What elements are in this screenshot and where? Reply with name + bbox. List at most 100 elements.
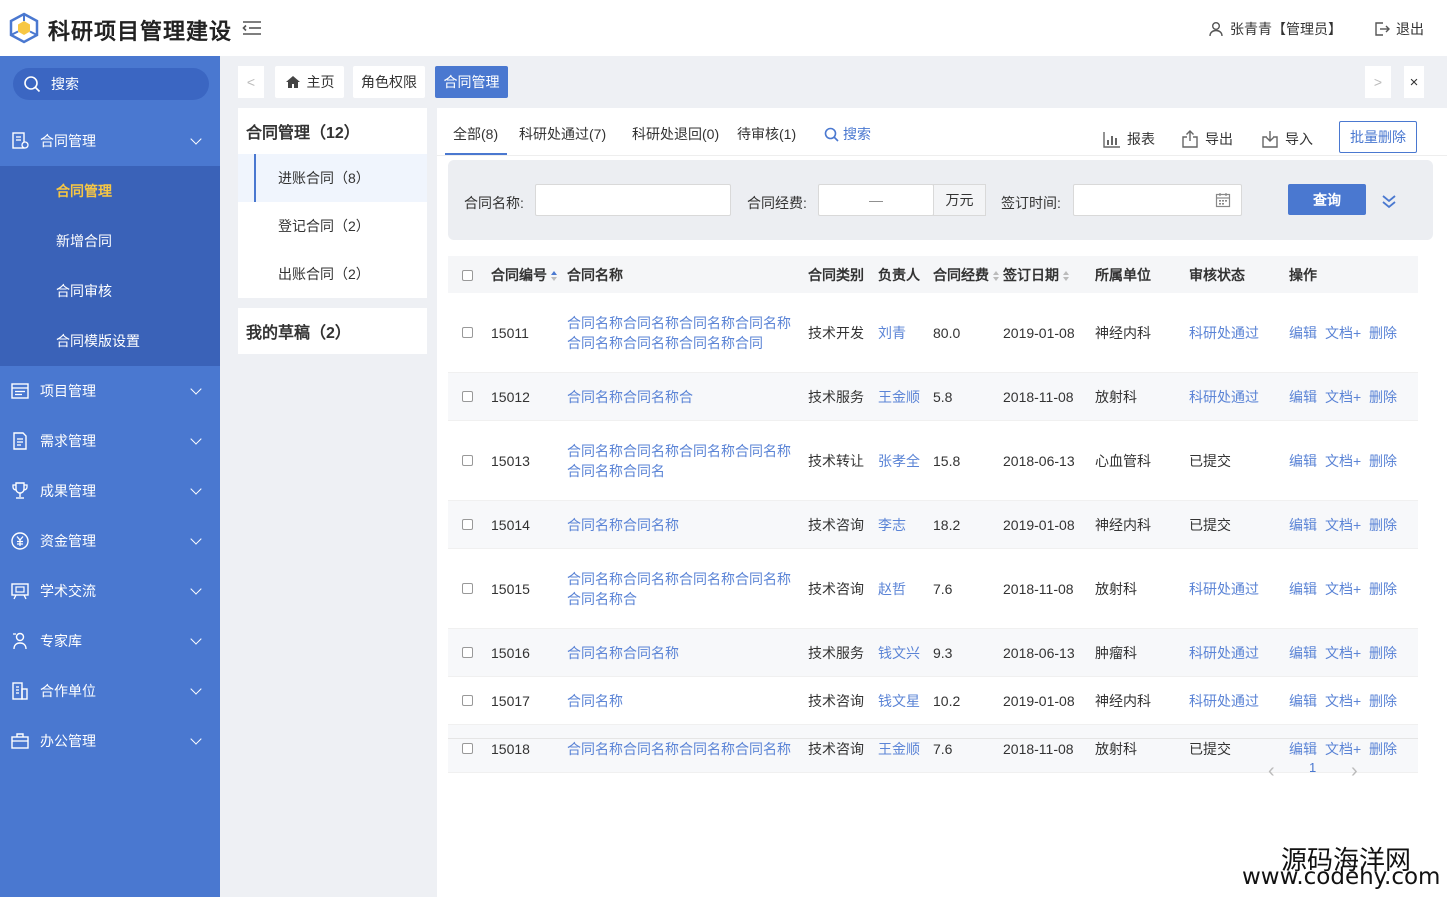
contract-name-link[interactable]: 合同名称合同名称合同名称合同名称 合同名称合同名称合同名称合同 (567, 313, 791, 353)
audit-status[interactable]: 科研处通过 (1189, 643, 1259, 663)
contract-name-link[interactable]: 合同名称合同名称合 (567, 387, 693, 407)
sidebar-menu-5[interactable]: 资金管理 (0, 516, 220, 566)
delete-link[interactable]: 删除 (1369, 323, 1397, 343)
delete-link[interactable]: 删除 (1369, 451, 1397, 471)
add-document-link[interactable]: 文档+ (1325, 739, 1361, 759)
delete-link[interactable]: 删除 (1369, 579, 1397, 599)
filter-tab-pending[interactable]: 待审核(1) (737, 124, 796, 144)
drafts-box[interactable]: 我的草稿（2） (238, 308, 427, 354)
sidebar-menu-1[interactable]: 合同管理 (0, 116, 220, 166)
select-all-checkbox[interactable] (462, 270, 473, 281)
page-next-button[interactable]: › (1351, 760, 1358, 783)
tab-role-permission[interactable]: 角色权限 (353, 66, 425, 98)
collapse-menu-icon[interactable] (242, 20, 262, 36)
filter-tab-returned[interactable]: 科研处退回(0) (632, 124, 719, 144)
edit-link[interactable]: 编辑 (1289, 323, 1317, 343)
delete-link[interactable]: 删除 (1369, 515, 1397, 535)
submenu-item-3[interactable]: 合同审核 (56, 281, 112, 301)
add-document-link[interactable]: 文档+ (1325, 643, 1361, 663)
tabs-prev-button[interactable]: < (238, 66, 264, 98)
contract-fund-range-input[interactable]: — (818, 184, 934, 216)
owner-link[interactable]: 赵哲 (878, 579, 906, 599)
tab-contract-management[interactable]: 合同管理 (435, 66, 508, 98)
col-date[interactable]: 签订日期 (1003, 265, 1070, 285)
owner-link[interactable]: 李志 (878, 515, 906, 535)
row-checkbox[interactable] (462, 519, 473, 530)
category-incoming[interactable]: 进账合同（8） (238, 154, 427, 202)
owner-link[interactable]: 刘青 (878, 323, 906, 343)
contract-name-link[interactable]: 合同名称 (567, 691, 623, 711)
add-document-link[interactable]: 文档+ (1325, 579, 1361, 599)
contract-name-input[interactable] (535, 184, 731, 216)
row-checkbox[interactable] (462, 455, 473, 466)
sidebar-menu-4[interactable]: 成果管理 (0, 466, 220, 516)
owner-link[interactable]: 王金顺 (878, 387, 920, 407)
category-registered[interactable]: 登记合同（2） (238, 202, 427, 250)
query-button[interactable]: 查询 (1288, 184, 1366, 215)
contract-name-link[interactable]: 合同名称合同名称 (567, 515, 679, 535)
user-menu[interactable]: 张青青【管理员】 (1208, 19, 1342, 39)
owner-link[interactable]: 王金顺 (878, 739, 920, 759)
sidebar-search[interactable]: 搜索 (13, 68, 209, 100)
submenu-item-2[interactable]: 新增合同 (56, 231, 112, 251)
contract-name-link[interactable]: 合同名称合同名称合同名称合同名称 (567, 739, 791, 759)
logout-button[interactable]: 退出 (1374, 19, 1424, 39)
contract-name-link[interactable]: 合同名称合同名称合同名称合同名称 合同名称合 (567, 569, 791, 609)
table-row[interactable]: 15016 合同名称合同名称 技术服务 钱文兴 9.3 2018-06-13 肿瘤科 科研处通… (448, 629, 1418, 677)
submenu-item-1[interactable]: 合同管理 (56, 181, 112, 201)
add-document-link[interactable]: 文档+ (1325, 451, 1361, 471)
edit-link[interactable]: 编辑 (1289, 579, 1317, 599)
export-button[interactable]: 导出 (1181, 129, 1233, 149)
edit-link[interactable]: 编辑 (1289, 387, 1317, 407)
table-row[interactable]: 15011 合同名称合同名称合同名称合同名称 合同名称合同名称合同名称合同 技术开发刘… (448, 293, 1418, 373)
table-row[interactable]: 15012 合同名称合同名称合 技术服务 王金顺 5.8 2018-11-08 放射科 科研处… (448, 373, 1418, 421)
sidebar-menu-7[interactable]: 专家库 (0, 616, 220, 666)
delete-link[interactable]: 删除 (1369, 387, 1397, 407)
row-checkbox[interactable] (462, 583, 473, 594)
table-row[interactable]: 15017 合同名称 技术咨询 钱文星 10.2 2019-01-08 神经内科 科研处通过 编… (448, 677, 1418, 725)
row-checkbox[interactable] (462, 695, 473, 706)
edit-link[interactable]: 编辑 (1289, 451, 1317, 471)
contract-name-link[interactable]: 合同名称合同名称合同名称合同名称 合同名称合同名 (567, 441, 791, 481)
search-link[interactable]: 搜索 (824, 124, 871, 144)
col-fund[interactable]: 合同经费 (933, 265, 1000, 285)
audit-status[interactable]: 科研处通过 (1189, 323, 1259, 343)
audit-status[interactable]: 科研处通过 (1189, 579, 1259, 599)
batch-delete-button[interactable]: 批量删除 (1339, 121, 1417, 153)
add-document-link[interactable]: 文档+ (1325, 691, 1361, 711)
sidebar-menu-6[interactable]: 学术交流 (0, 566, 220, 616)
report-button[interactable]: 报表 (1103, 129, 1155, 149)
edit-link[interactable]: 编辑 (1289, 643, 1317, 663)
contract-name-link[interactable]: 合同名称合同名称 (567, 643, 679, 663)
sidebar-menu-3[interactable]: 需求管理 (0, 416, 220, 466)
expand-filter-icon[interactable] (1380, 192, 1398, 210)
owner-link[interactable]: 钱文兴 (878, 643, 920, 663)
owner-link[interactable]: 钱文星 (878, 691, 920, 711)
table-row[interactable]: 15015 合同名称合同名称合同名称合同名称 合同名称合 技术咨询 赵哲 7.6 2018-… (448, 549, 1418, 629)
tab-home[interactable]: 主页 (275, 66, 344, 98)
sign-date-input[interactable] (1073, 184, 1242, 216)
table-row[interactable]: 15014 合同名称合同名称 技术咨询 李志 18.2 2019-01-08 神经内科 已提交… (448, 501, 1418, 549)
page-1-button[interactable]: 1 (1309, 760, 1316, 775)
filter-tab-all[interactable]: 全部(8) (453, 124, 498, 144)
page-prev-button[interactable]: ‹ (1268, 760, 1275, 783)
edit-link[interactable]: 编辑 (1289, 691, 1317, 711)
row-checkbox[interactable] (462, 391, 473, 402)
owner-link[interactable]: 张孝全 (878, 451, 920, 471)
edit-link[interactable]: 编辑 (1289, 515, 1317, 535)
delete-link[interactable]: 删除 (1369, 643, 1397, 663)
add-document-link[interactable]: 文档+ (1325, 323, 1361, 343)
delete-link[interactable]: 删除 (1369, 739, 1397, 759)
sidebar-menu-2[interactable]: 项目管理 (0, 366, 220, 416)
category-outgoing[interactable]: 出账合同（2） (238, 250, 427, 298)
audit-status[interactable]: 科研处通过 (1189, 387, 1259, 407)
submenu-item-4[interactable]: 合同模版设置 (56, 331, 140, 351)
col-id[interactable]: 合同编号 (491, 265, 558, 285)
tabs-next-button[interactable]: > (1365, 66, 1391, 98)
edit-link[interactable]: 编辑 (1289, 739, 1317, 759)
row-checkbox[interactable] (462, 647, 473, 658)
sidebar-menu-8[interactable]: 合作单位 (0, 666, 220, 716)
close-tabs-button[interactable]: × (1404, 66, 1424, 98)
filter-tab-approved[interactable]: 科研处通过(7) (519, 124, 606, 144)
add-document-link[interactable]: 文档+ (1325, 515, 1361, 535)
